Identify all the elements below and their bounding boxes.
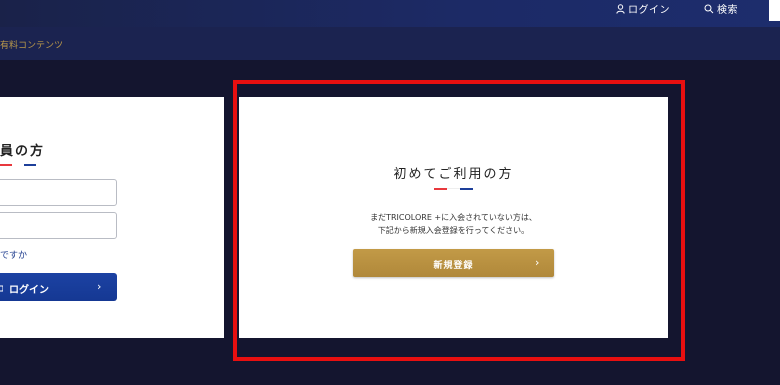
first-time-description-line2: 下記から新規入会登録を行ってください。 [377, 226, 530, 235]
lock-icon [0, 285, 3, 292]
topbar-edge-panel [769, 0, 780, 21]
paid-content-link[interactable]: 有料コンテンツ [0, 38, 63, 51]
member-login-button-label: ログイン [9, 285, 49, 296]
sub-navigation-bar: 有料コンテンツ [0, 27, 780, 60]
header-login-label: ログイン [628, 5, 670, 16]
user-icon [616, 3, 625, 14]
register-button[interactable]: 新規登録 › [353, 249, 554, 277]
first-time-tricolor-divider [434, 188, 473, 191]
register-button-label: 新規登録 [433, 261, 474, 271]
forgot-password-link[interactable]: ですか [0, 248, 27, 261]
member-tricolor-divider [0, 164, 36, 166]
member-heading: 員の方 [0, 144, 46, 159]
search-icon [704, 4, 714, 13]
password-input[interactable] [0, 212, 117, 239]
header-search-link[interactable]: 検索 [704, 0, 738, 17]
chevron-right-icon: › [535, 256, 540, 269]
header-login-link[interactable]: ログイン [616, 0, 670, 17]
chevron-right-icon: › [97, 280, 102, 293]
header-search-label: 検索 [717, 5, 738, 16]
first-time-heading: 初めてご利用の方 [393, 167, 514, 182]
top-navigation-bar: ログイン 検索 [0, 0, 780, 27]
member-login-button[interactable]: ログイン › [0, 273, 117, 301]
member-id-input[interactable] [0, 179, 117, 206]
first-time-description-line1: まだTRICOLORE +に入会されていない方は、 [370, 213, 537, 222]
